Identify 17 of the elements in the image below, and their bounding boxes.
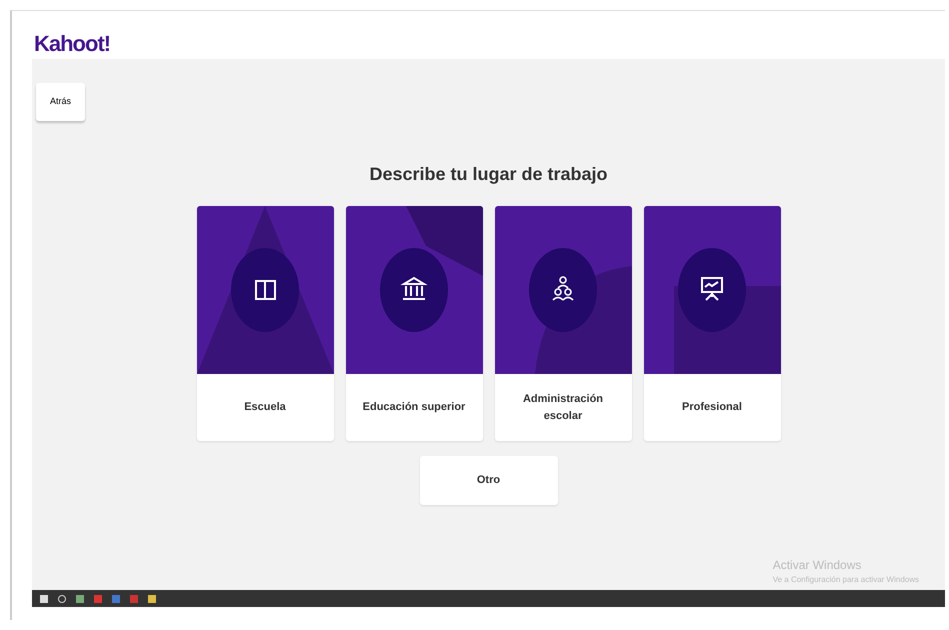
search-icon[interactable] — [58, 594, 66, 602]
app-icon[interactable] — [76, 594, 84, 602]
workplace-option-card[interactable]: Administración escolar — [494, 206, 632, 441]
app-icon[interactable] — [94, 594, 102, 602]
kahoot-logo: Kahoot! — [33, 30, 112, 58]
presentation-board-icon — [700, 277, 722, 301]
workplace-option-card[interactable]: Educación superior — [346, 206, 482, 441]
building-icon — [402, 276, 426, 300]
people-icon — [552, 276, 574, 301]
book-icon — [254, 280, 276, 300]
page-title: Describe tu lugar de trabajo — [369, 163, 608, 186]
workplace-option-card[interactable]: Profesional — [644, 206, 780, 441]
app-icon[interactable] — [130, 594, 138, 602]
back-button[interactable]: Atrás — [36, 83, 86, 120]
app-icon[interactable] — [112, 594, 120, 602]
other-option-button[interactable]: Otro — [420, 456, 558, 505]
workplace-option-card[interactable]: Escuela — [196, 206, 334, 441]
